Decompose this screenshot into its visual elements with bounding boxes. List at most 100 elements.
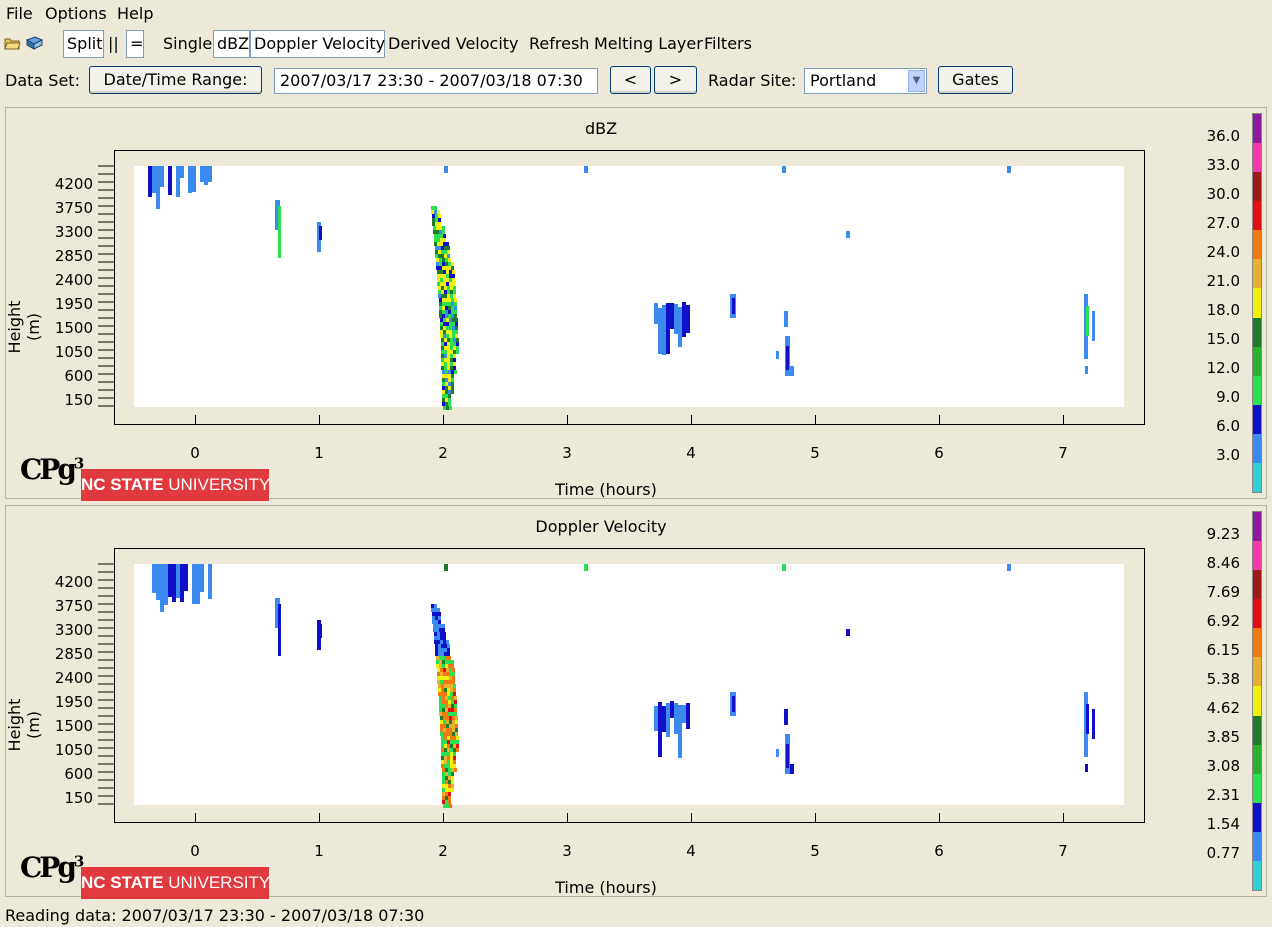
panel-title: dBZ [584,119,618,138]
echo-cell [180,166,184,178]
ncsu-logo: NC STATE UNIVERSITY [81,469,270,501]
legend-swatch [1253,512,1261,542]
cpg-logo: CPg3 [20,851,85,884]
legend-swatch [1253,346,1261,377]
x-tick-label: 3 [562,842,572,860]
echo-cell [784,709,788,725]
legend-swatch [1253,628,1261,658]
menu-help[interactable]: Help [117,4,153,23]
x-axis-title: Time (hours) [555,878,657,897]
legend-swatch [1253,375,1261,406]
echo-cell [168,166,172,195]
x-tick-label: 7 [1058,842,1068,860]
echo-cell [455,748,459,752]
date-range-field[interactable]: 2007/03/17 23:30 - 2007/03/18 07:30 [274,68,598,94]
menu-options[interactable]: Options [45,4,107,23]
echo-cell [192,166,196,192]
echo-cell [453,768,457,772]
echo-cell [786,346,789,370]
split-button[interactable]: Split [63,30,104,58]
echo-cell [453,370,457,374]
legend-label: 1.54 [1206,815,1240,833]
echo-cell [278,604,281,656]
y-tick-label: 1500 [54,717,93,735]
legend-swatch [1253,831,1261,862]
x-tick-label: 5 [810,842,820,860]
echo-cell [776,749,779,757]
next-button[interactable]: > [654,66,697,94]
echo-cell [319,624,322,638]
echo-cell [584,564,588,571]
refresh-button[interactable]: Refresh [529,31,589,57]
x-tick-label: 4 [686,444,696,462]
melting-layer-button[interactable]: Melting Layer [594,31,703,57]
x-tick-mark [691,813,692,823]
echo-cell [1085,764,1088,772]
legend-label: 12.0 [1206,359,1240,377]
date-time-range-button[interactable]: Date/Time Range: [89,66,262,94]
y-axis-title: Height (m) [5,698,43,752]
y-tick-label: 1050 [54,741,93,759]
x-tick-mark [815,813,816,823]
gates-button[interactable]: Gates [938,66,1013,94]
legend-swatch [1253,462,1261,493]
echo-cell [160,166,164,187]
y-tick-label: 3750 [54,597,93,615]
y-tick-label: 3300 [54,621,93,639]
echo-cell [184,564,188,591]
legend-label: 21.0 [1206,272,1240,290]
equals-button[interactable]: = [126,30,144,58]
book-icon[interactable] [26,36,43,50]
derived-velocity-button[interactable]: Derived Velocity [388,31,519,57]
chevron-down-icon[interactable]: ▼ [908,70,925,92]
legend-label: 3.85 [1206,728,1240,746]
x-tick-mark [939,415,940,425]
y-tick-label: 4200 [54,175,93,193]
legend-swatch [1253,317,1261,348]
echo-cell [776,351,779,359]
echo-cell [208,564,212,600]
echo-cell [1086,306,1089,336]
y-tick-label: 1500 [54,319,93,337]
menu-file[interactable]: File [6,4,33,23]
echo-cell [278,206,281,258]
dbz-button[interactable]: dBZ [213,30,250,58]
open-folder-icon[interactable] [4,36,21,50]
x-tick-label: 6 [934,444,944,462]
x-tick-mark [1063,813,1064,823]
legend-swatch [1253,259,1261,289]
y-tick-label: 3750 [54,199,93,217]
x-tick-mark [319,813,320,823]
x-tick-mark [195,813,196,823]
echo-cell [790,366,794,376]
x-tick-label: 2 [438,842,448,860]
doppler-velocity-button[interactable]: Doppler Velocity [250,30,385,58]
single-button[interactable]: Single [163,31,212,57]
echo-cell [200,564,204,592]
legend-swatch [1253,404,1261,435]
echo-cell [786,744,789,768]
x-tick-mark [939,813,940,823]
plot-area [134,166,1124,410]
legend-swatch [1253,143,1261,173]
x-tick-label: 0 [190,444,200,462]
dbz-panel: dBZ Height (m) Time (hours) CPg3 NC STAT… [5,107,1267,501]
echo-cell [784,311,788,327]
legend-label: 2.31 [1206,786,1240,804]
legend-swatch [1253,715,1261,746]
y-tick-marks [98,165,114,407]
echo-cell [846,231,850,238]
legend-swatch [1253,802,1261,833]
parallel-button[interactable]: || [108,31,119,57]
x-tick-mark [567,813,568,823]
echo-cell [584,166,588,173]
filters-button[interactable]: Filters [704,31,752,57]
ncsu-logo: NC STATE UNIVERSITY [81,867,270,899]
echo-cell [1007,166,1011,173]
radar-site-select[interactable]: Portland ▼ [804,68,927,94]
prev-button[interactable]: < [610,66,651,94]
legend-swatch [1253,433,1261,464]
legend-swatch [1253,201,1261,231]
y-tick-label: 2850 [54,645,93,663]
echo-cell [1092,311,1095,341]
